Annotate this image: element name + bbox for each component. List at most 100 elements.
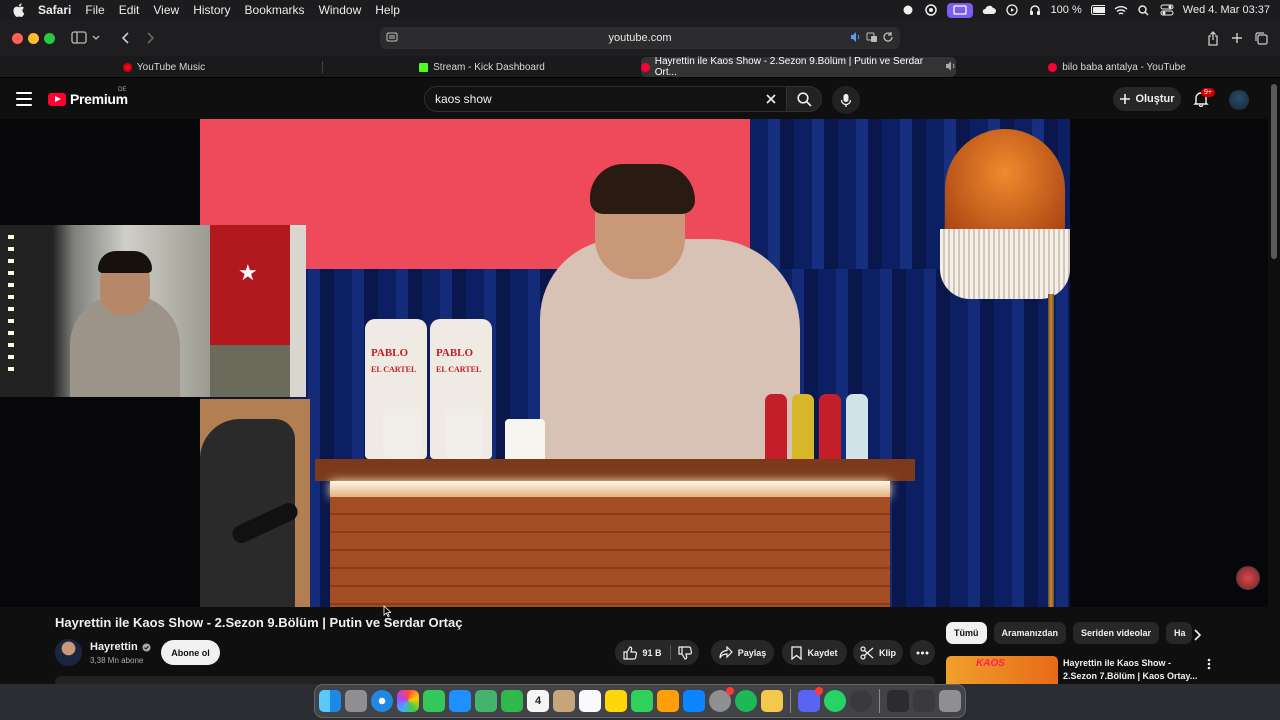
- account-avatar[interactable]: [1229, 90, 1249, 110]
- reminders-icon[interactable]: [579, 690, 601, 712]
- sidebar-toggle-button[interactable]: [68, 29, 104, 47]
- description-box[interactable]: [55, 676, 935, 684]
- facetime-icon[interactable]: [501, 690, 523, 712]
- new-tab-button[interactable]: [1229, 29, 1245, 47]
- voice-search-button[interactable]: [832, 86, 860, 114]
- forward-button[interactable]: [142, 29, 158, 47]
- more-actions-button[interactable]: [910, 640, 935, 665]
- create-button[interactable]: Oluştur: [1113, 87, 1181, 111]
- menu-file[interactable]: File: [85, 3, 104, 17]
- launchpad-icon[interactable]: [345, 690, 367, 712]
- recommendation-menu-button[interactable]: [1204, 657, 1214, 671]
- menu-bar-clock[interactable]: Wed 4. Mar 03:37: [1183, 4, 1270, 16]
- vpn-icon[interactable]: [924, 3, 938, 17]
- calendar-icon[interactable]: 4: [527, 690, 549, 712]
- channel-name[interactable]: Hayrettin: [90, 641, 138, 653]
- finder-icon[interactable]: [319, 690, 341, 712]
- dislike-button[interactable]: [671, 640, 699, 665]
- channel-name-row[interactable]: Hayrettin: [90, 641, 151, 653]
- spotify-icon[interactable]: [735, 690, 757, 712]
- numbers-icon[interactable]: [631, 690, 653, 712]
- headphones-icon[interactable]: [1028, 3, 1042, 17]
- share-label: Paylaş: [737, 647, 767, 658]
- like-button[interactable]: 91 B: [615, 640, 670, 665]
- downloads-stack-icon[interactable]: [913, 690, 935, 712]
- control-center-icon[interactable]: [1160, 3, 1174, 17]
- tab-kick-dashboard[interactable]: Stream - Kick Dashboard: [326, 57, 638, 77]
- address-bar[interactable]: youtube.com: [380, 27, 900, 49]
- zoom-window-button[interactable]: [44, 33, 55, 44]
- save-video-button[interactable]: Kaydet: [782, 640, 847, 665]
- battery-icon[interactable]: [1090, 3, 1105, 17]
- clear-search-icon[interactable]: [764, 92, 778, 106]
- tab-kaos-show-video[interactable]: Hayrettin ile Kaos Show - 2.Sezon 9.Bölü…: [641, 56, 956, 78]
- chips-next-button[interactable]: [1190, 628, 1204, 642]
- back-button[interactable]: [118, 29, 134, 47]
- safari-icon[interactable]: [371, 690, 393, 712]
- trash-icon[interactable]: [939, 690, 961, 712]
- mail-icon[interactable]: [449, 690, 471, 712]
- chip-all[interactable]: Tümü: [946, 622, 987, 644]
- share-button[interactable]: [1205, 29, 1221, 47]
- verified-icon: [142, 643, 151, 651]
- chatgpt-icon[interactable]: [850, 690, 872, 712]
- menu-edit[interactable]: Edit: [119, 3, 140, 17]
- wifi-icon[interactable]: [1114, 3, 1128, 17]
- apple-menu-icon[interactable]: [12, 3, 26, 17]
- screen-share-icon[interactable]: [946, 2, 973, 18]
- messages-icon[interactable]: [423, 690, 445, 712]
- translate-icon[interactable]: [866, 31, 878, 46]
- tab-youtube-music[interactable]: YouTube Music: [6, 57, 322, 77]
- recent-window-icon[interactable]: [887, 690, 909, 712]
- search-button[interactable]: [786, 86, 822, 112]
- whatsapp-icon[interactable]: [824, 690, 846, 712]
- menu-window[interactable]: Window: [319, 3, 362, 17]
- battery-percent: 100 %: [1050, 4, 1082, 16]
- discord-icon[interactable]: [798, 687, 823, 712]
- app-store-icon[interactable]: [683, 690, 705, 712]
- record-dot-icon[interactable]: [901, 3, 915, 17]
- recommended-video-thumbnail[interactable]: KAOS: [946, 656, 1058, 684]
- spotlight-search-icon[interactable]: [1137, 3, 1151, 17]
- menu-history[interactable]: History: [193, 3, 230, 17]
- minimize-window-button[interactable]: [28, 33, 39, 44]
- channel-watermark-button[interactable]: [1236, 566, 1260, 590]
- chip-from-search[interactable]: Aramanızdan: [993, 622, 1067, 644]
- page-menu-icon[interactable]: [386, 31, 398, 46]
- search-field[interactable]: [424, 86, 786, 112]
- audio-playing-icon[interactable]: [850, 31, 862, 46]
- tab-overview-button[interactable]: [1253, 29, 1269, 47]
- subscribe-button[interactable]: Abone ol: [161, 640, 220, 665]
- youtube-logo-icon: [48, 92, 66, 106]
- share-video-button[interactable]: Paylaş: [711, 640, 774, 665]
- maps-icon[interactable]: [475, 690, 497, 712]
- chip-series-videos[interactable]: Seriden videolar: [1073, 622, 1160, 644]
- video-player[interactable]: PABLO EL CARTEL PABLO EL CARTEL ★: [0, 119, 1268, 607]
- archive-utility-icon[interactable]: [761, 690, 783, 712]
- play-circle-icon[interactable]: [1005, 3, 1019, 17]
- page-scrollbar[interactable]: [1271, 84, 1277, 259]
- tab-bilo-baba[interactable]: bilo baba antalya - YouTube: [960, 57, 1274, 77]
- menu-app-name[interactable]: Safari: [38, 3, 71, 17]
- recommended-video-title[interactable]: Hayrettin ile Kaos Show - 2.Sezon 7.Bölü…: [1063, 657, 1198, 683]
- youtube-premium-logo[interactable]: Premium DE: [48, 87, 128, 107]
- close-window-button[interactable]: [12, 33, 23, 44]
- channel-avatar[interactable]: [55, 639, 82, 666]
- reload-icon[interactable]: [882, 31, 894, 46]
- hamburger-menu-icon[interactable]: [16, 92, 32, 106]
- notes-icon[interactable]: [605, 690, 627, 712]
- menu-help[interactable]: Help: [375, 3, 400, 17]
- tab-audio-icon[interactable]: [945, 61, 956, 74]
- clip-button[interactable]: Klip: [853, 640, 903, 665]
- menu-view[interactable]: View: [153, 3, 179, 17]
- system-settings-icon[interactable]: [709, 687, 734, 712]
- macos-dock: 4: [314, 684, 966, 718]
- search-input[interactable]: [435, 92, 735, 106]
- cloud-icon[interactable]: [982, 3, 996, 17]
- menu-bookmarks[interactable]: Bookmarks: [245, 3, 305, 17]
- pages-icon[interactable]: [657, 690, 679, 712]
- contacts-icon[interactable]: [553, 690, 575, 712]
- photos-icon[interactable]: [397, 690, 419, 712]
- chevron-right-icon: [147, 32, 155, 44]
- chip-truncated[interactable]: Ha: [1166, 622, 1193, 644]
